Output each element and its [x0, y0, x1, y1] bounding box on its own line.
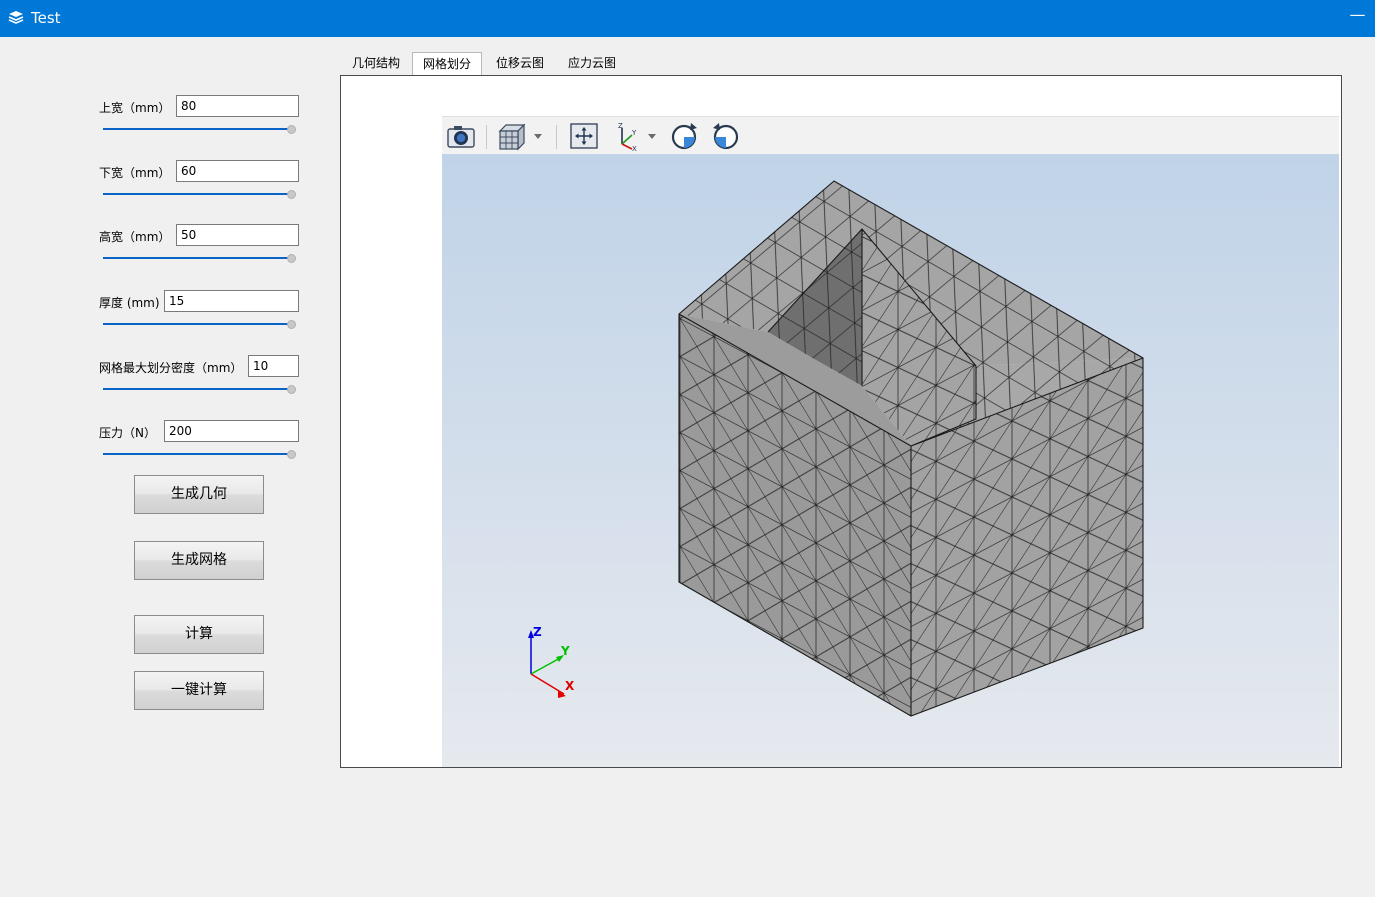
slider-handle[interactable]: [287, 320, 296, 329]
slider-handle[interactable]: [287, 190, 296, 199]
slider-handle[interactable]: [287, 450, 296, 459]
bottom-width-slider[interactable]: [103, 190, 297, 200]
height-input[interactable]: [176, 224, 299, 246]
tab-displacement[interactable]: 位移云图: [486, 52, 554, 76]
tab-geometry[interactable]: 几何结构: [342, 52, 410, 76]
slider-handle[interactable]: [287, 385, 296, 394]
mesh-model: Z Y X: [528, 180, 1144, 717]
thickness-slider[interactable]: [103, 320, 297, 330]
toolbar-separator: [556, 125, 557, 149]
top-width-slider[interactable]: [103, 125, 297, 135]
bottom-width-input[interactable]: [176, 160, 299, 182]
viewer-toolbar: Z Y X: [442, 116, 1339, 155]
fit-view-icon[interactable]: [568, 120, 600, 152]
minimize-button[interactable]: —: [1340, 0, 1375, 37]
slider-handle[interactable]: [287, 125, 296, 134]
height-slider[interactable]: [103, 254, 297, 264]
app-icon: [8, 11, 24, 24]
mesh-density-input[interactable]: [248, 355, 299, 377]
axis-z-label: Z: [533, 625, 542, 639]
title-bar: Test —: [0, 0, 1375, 37]
axis-x-label: X: [565, 679, 575, 693]
slider-handle[interactable]: [287, 254, 296, 263]
generate-geometry-button[interactable]: 生成几何: [134, 475, 264, 514]
one-click-compute-button[interactable]: 一键计算: [134, 671, 264, 710]
pressure-input[interactable]: [164, 420, 299, 442]
axis-triad: Z Y X: [528, 625, 575, 698]
axis-y-label: Y: [560, 644, 570, 658]
svg-text:X: X: [632, 145, 637, 152]
svg-text:Y: Y: [631, 129, 637, 137]
rotate-cw-icon[interactable]: [668, 120, 700, 152]
mesh-viewport[interactable]: Z Y X: [442, 154, 1339, 767]
generate-mesh-button[interactable]: 生成网格: [134, 541, 264, 580]
param-label-bottom-width: 下宽（mm）: [99, 166, 171, 180]
svg-text:Z: Z: [618, 122, 623, 130]
toolbar-separator: [486, 125, 487, 149]
rotate-ccw-icon[interactable]: [710, 120, 742, 152]
tab-mesh[interactable]: 网格划分: [412, 52, 482, 76]
pressure-slider[interactable]: [103, 450, 297, 460]
param-label-mesh-density: 网格最大划分密度（mm）: [99, 361, 243, 375]
param-label-top-width: 上宽（mm）: [99, 101, 171, 115]
window-title: Test: [31, 9, 61, 27]
mesh-density-slider[interactable]: [103, 385, 297, 395]
thickness-input[interactable]: [164, 290, 299, 312]
param-label-height: 高宽（mm）: [99, 230, 171, 244]
top-width-input[interactable]: [176, 95, 299, 117]
param-label-thickness: 厚度 (mm): [99, 296, 160, 310]
camera-icon[interactable]: [445, 120, 477, 152]
compute-button[interactable]: 计算: [134, 615, 264, 654]
chevron-down-icon[interactable]: [644, 120, 660, 152]
tab-stress[interactable]: 应力云图: [558, 52, 626, 76]
chevron-down-icon[interactable]: [530, 120, 546, 152]
view-cube-icon[interactable]: [496, 120, 528, 152]
axes-orientation-icon[interactable]: Z Y X: [612, 120, 644, 152]
param-label-pressure: 压力（N）: [99, 426, 156, 440]
